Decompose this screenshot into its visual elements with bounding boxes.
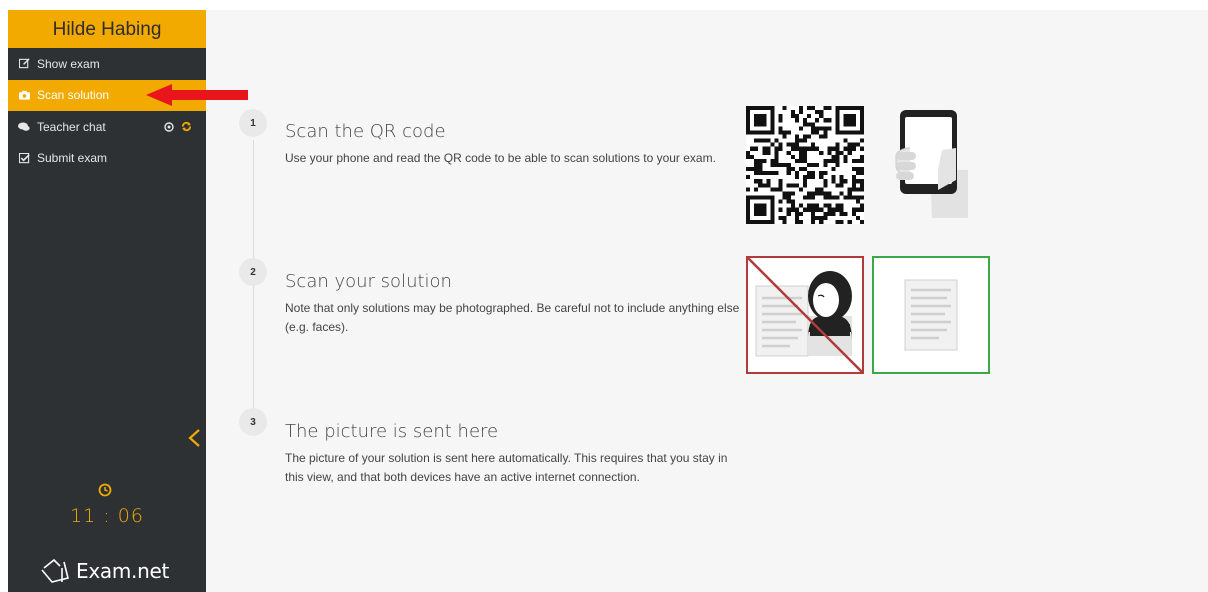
step-1-title: Scan the QR code bbox=[285, 121, 446, 142]
nav-teacher-chat[interactable]: Teacher chat bbox=[8, 111, 206, 143]
bad-example-image bbox=[746, 256, 864, 374]
nav-label: Teacher chat bbox=[37, 119, 106, 134]
step-3-description: The picture of your solution is sent her… bbox=[285, 451, 728, 484]
nav-label: Submit exam bbox=[37, 151, 108, 166]
nav-submit-exam[interactable]: Submit exam bbox=[8, 143, 206, 175]
clock-icon bbox=[98, 483, 112, 497]
target-icon bbox=[164, 122, 174, 132]
logo-icon bbox=[41, 558, 69, 583]
qr-code-image bbox=[746, 106, 864, 224]
nav-label: Show exam bbox=[37, 56, 100, 71]
user-name: Hilde Habing bbox=[8, 10, 206, 48]
checkbox-icon bbox=[18, 152, 30, 164]
nav-label: Scan solution bbox=[37, 88, 110, 103]
annotation-arrow-icon bbox=[146, 84, 248, 106]
good-example-image bbox=[872, 256, 990, 374]
exam-net-logo: Exam.net bbox=[40, 555, 180, 587]
camera-icon bbox=[18, 89, 30, 101]
collapse-chevron-icon[interactable] bbox=[186, 428, 202, 448]
nav-show-exam[interactable]: Show exam bbox=[8, 48, 206, 80]
edit-icon bbox=[18, 58, 30, 70]
step-2-title: Scan your solution bbox=[285, 271, 452, 292]
step-1-description: Use your phone and read the QR code to b… bbox=[285, 151, 716, 165]
chat-icon bbox=[18, 121, 30, 133]
step-3-title: The picture is sent here bbox=[285, 421, 499, 442]
chat-status-icons bbox=[164, 111, 192, 143]
step-1-number: 1 bbox=[239, 109, 267, 137]
step-3-number: 3 bbox=[239, 408, 267, 436]
exam-timer: 11 : 06 bbox=[70, 505, 144, 527]
phone-icon bbox=[895, 110, 968, 218]
logo-text: Exam.net bbox=[76, 559, 169, 583]
step-2-number: 2 bbox=[239, 258, 267, 286]
step-2-description: Note that only solutions may be photogra… bbox=[285, 301, 740, 334]
refresh-icon[interactable] bbox=[181, 121, 192, 132]
